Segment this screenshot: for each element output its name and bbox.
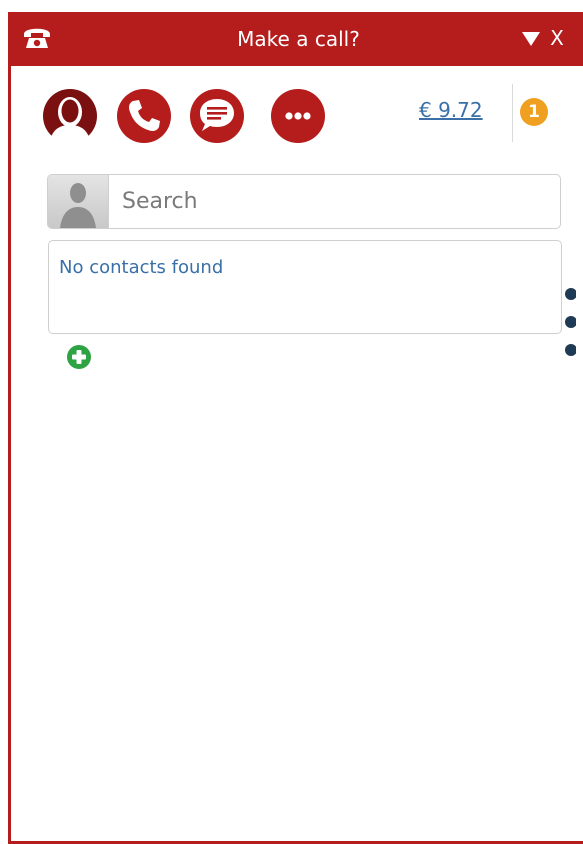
add-contact-button[interactable] — [67, 345, 91, 369]
search-box — [47, 174, 562, 229]
side-menu-handle[interactable] — [562, 287, 577, 377]
plus-circle-icon — [67, 345, 91, 369]
contacts-button[interactable] — [41, 87, 99, 145]
close-button[interactable]: X — [546, 25, 568, 51]
user-placeholder-icon — [48, 175, 109, 228]
call-button[interactable] — [115, 87, 173, 145]
message-button[interactable] — [188, 87, 246, 145]
title-bar[interactable]: Make a call? X — [11, 12, 583, 66]
window-title: Make a call? — [237, 27, 360, 51]
vertical-dots-icon — [565, 288, 577, 356]
toolbar-divider — [512, 84, 513, 142]
balance-link[interactable]: € 9.72 — [419, 97, 483, 123]
minimize-button[interactable] — [520, 27, 542, 49]
more-options-button[interactable] — [269, 87, 327, 145]
no-contacts-message: No contacts found — [59, 257, 224, 278]
notification-badge[interactable]: 1 — [520, 98, 548, 126]
search-input[interactable] — [110, 175, 562, 228]
contacts-list: No contacts found — [48, 240, 562, 334]
call-window: Make a call? X € 9.72 1 Search No contac… — [8, 12, 583, 844]
